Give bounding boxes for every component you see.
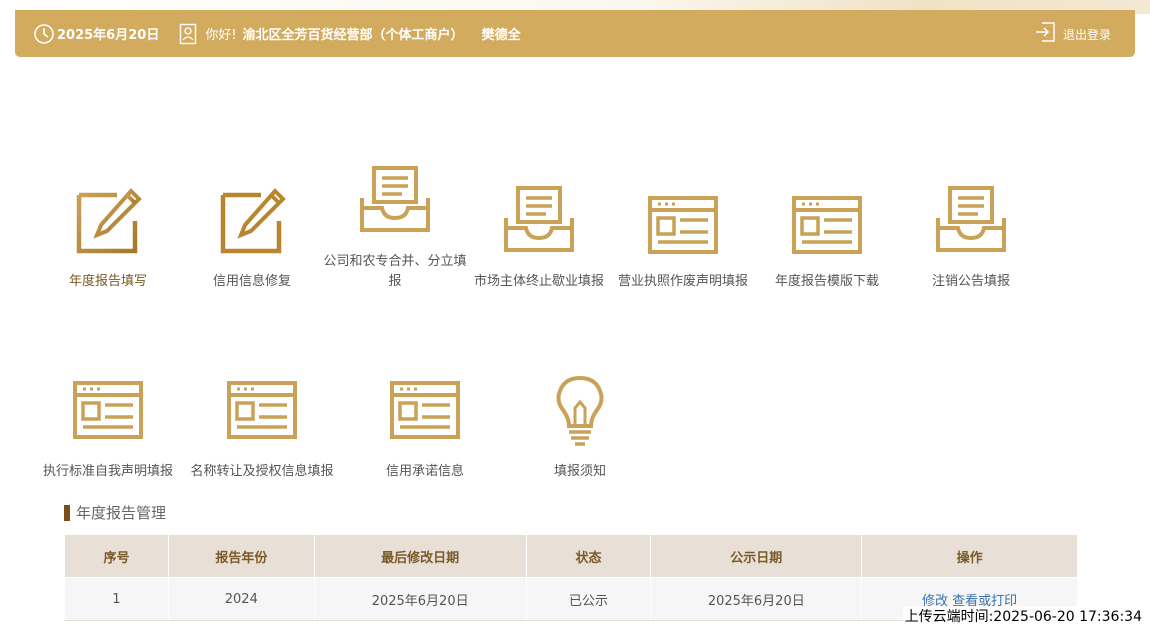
browser-window-icon (388, 373, 462, 447)
tile-label: 信用信息修复 (212, 274, 291, 289)
table-header-row: 序号 报告年份 最后修改日期 状态 公示日期 操作 (64, 534, 1078, 578)
greeting-text: 你好! (205, 28, 237, 43)
tile-annual-report-fill[interactable]: 年度报告填写 (33, 160, 183, 295)
tile-filing-notes[interactable]: 填报须知 (505, 370, 655, 485)
browser-window-icon (646, 188, 720, 262)
user-badge-icon (179, 23, 197, 45)
logout-icon (1034, 20, 1056, 48)
upload-time-watermark: 上传云端时间:2025-06-20 17:36:34 (902, 606, 1144, 626)
tile-merge-split[interactable]: 公司和农专合并、分立填报 (320, 160, 470, 295)
col-header-actions: 操作 (861, 534, 1078, 578)
inbox-icon (502, 184, 576, 258)
clock-icon (33, 23, 55, 45)
col-header-published: 公示日期 (650, 534, 863, 578)
top-header-bar: 2025年6月20日 你好! 渝北区全芳百货经营部（个体工商户） 樊德全 退出登… (15, 10, 1135, 57)
inbox-icon (934, 184, 1008, 258)
tile-label: 注销公告填报 (931, 274, 1010, 289)
tile-label: 年度报告模版下载 (774, 274, 879, 289)
cell-index: 1 (64, 577, 169, 621)
section-title-bar (64, 504, 70, 521)
tile-credit-commitment[interactable]: 信用承诺信息 (350, 370, 500, 485)
tile-template-download[interactable]: 年度报告模版下载 (752, 160, 902, 295)
inbox-icon (358, 164, 432, 238)
tile-credit-repair[interactable]: 信用信息修复 (177, 160, 327, 295)
tile-label: 名称转让及授权信息填报 (190, 464, 334, 479)
logout-label: 退出登录 (1062, 27, 1111, 42)
edit-icon (71, 185, 145, 259)
current-date: 2025年6月20日 (57, 28, 160, 43)
browser-window-icon (71, 373, 145, 447)
tile-termination[interactable]: 市场主体终止歇业填报 (464, 160, 614, 295)
cell-status: 已公示 (525, 577, 652, 621)
col-header-year: 报告年份 (167, 534, 315, 578)
cell-published: 2025年6月20日 (650, 577, 863, 621)
tile-label: 公司和农专合并、分立填报 (323, 254, 467, 289)
tile-label: 年度报告填写 (68, 274, 147, 289)
organization-name: 渝北区全芳百货经营部（个体工商户） (242, 28, 464, 43)
tile-label: 填报须知 (553, 464, 606, 479)
cell-year: 2024 (167, 577, 315, 621)
col-header-modified: 最后修改日期 (313, 534, 527, 578)
logout-button[interactable]: 退出登录 (1034, 20, 1111, 48)
tile-name-transfer[interactable]: 名称转让及授权信息填报 (187, 370, 337, 485)
tile-standard-declaration[interactable]: 执行标准自我声明填报 (33, 370, 183, 485)
tile-label: 执行标准自我声明填报 (42, 464, 173, 479)
col-header-index: 序号 (64, 534, 169, 578)
tile-label: 营业执照作废声明填报 (617, 274, 748, 289)
col-header-status: 状态 (525, 534, 652, 578)
edit-icon (215, 185, 289, 259)
tile-cancellation-notice[interactable]: 注销公告填报 (896, 160, 1046, 295)
section-title-text: 年度报告管理 (76, 504, 167, 522)
browser-window-icon (225, 373, 299, 447)
section-title-annual-report: 年度报告管理 (64, 502, 166, 523)
tile-label: 信用承诺信息 (385, 464, 464, 479)
user-name: 樊德全 (481, 28, 521, 43)
tile-license-void[interactable]: 营业执照作废声明填报 (608, 160, 758, 295)
browser-window-icon (790, 188, 864, 262)
tile-label: 市场主体终止歇业填报 (473, 274, 604, 289)
lightbulb-icon (543, 372, 617, 446)
cell-modified: 2025年6月20日 (313, 577, 527, 621)
